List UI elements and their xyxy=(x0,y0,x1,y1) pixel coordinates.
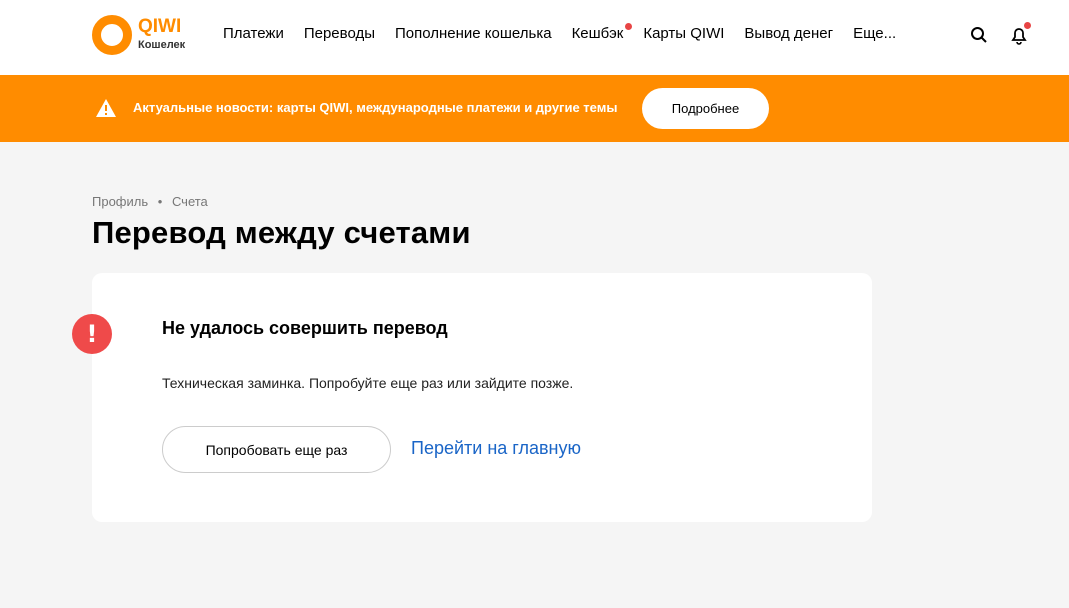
news-banner: Актуальные новости: карты QIWI, междунар… xyxy=(0,75,1069,142)
breadcrumb-separator: • xyxy=(157,194,163,209)
breadcrumb-profile[interactable]: Профиль xyxy=(92,194,148,209)
notification-dot xyxy=(1024,22,1031,29)
banner-text: Актуальные новости: карты QIWI, междунар… xyxy=(133,100,618,115)
notification-dot xyxy=(625,23,633,30)
retry-button[interactable]: Попробовать еще раз xyxy=(162,426,391,473)
home-link[interactable]: Перейти на главную xyxy=(411,438,581,459)
qiwi-logo[interactable]: QIWI Кошелек xyxy=(92,15,192,60)
warning-icon xyxy=(96,99,116,117)
nav-cards[interactable]: Карты QIWI xyxy=(643,25,724,42)
qiwi-logo-icon xyxy=(92,15,132,55)
nav-withdraw[interactable]: Вывод денег xyxy=(744,25,833,42)
error-title: Не удалось совершить перевод xyxy=(162,318,448,338)
logo-subtitle: Кошелек xyxy=(138,39,186,51)
error-icon: ! xyxy=(72,314,112,354)
nav-cashback[interactable]: Кешбэк xyxy=(571,23,633,42)
header: QIWI Кошелек Платежи Переводы Пополнение… xyxy=(0,0,1069,75)
breadcrumb: Профиль • Счета xyxy=(92,194,208,209)
main-nav: Платежи Переводы Пополнение кошелька Кеш… xyxy=(223,23,896,42)
nav-cashback-label: Кешбэк xyxy=(571,25,624,42)
nav-transfers[interactable]: Переводы xyxy=(304,25,375,42)
error-card: Не удалось совершить перевод Техническая… xyxy=(92,273,872,522)
nav-topup[interactable]: Пополнение кошелька xyxy=(395,25,552,42)
page-title: Перевод между счетами xyxy=(92,215,471,250)
logo-title: QIWI xyxy=(138,16,182,37)
breadcrumb-accounts[interactable]: Счета xyxy=(172,194,208,209)
error-message: Техническая заминка. Попробуйте еще раз … xyxy=(162,375,574,391)
nav-payments[interactable]: Платежи xyxy=(223,25,284,42)
nav-more[interactable]: Еще... xyxy=(853,25,896,42)
more-button[interactable]: Подробнее xyxy=(642,88,769,129)
search-icon[interactable] xyxy=(969,25,989,45)
